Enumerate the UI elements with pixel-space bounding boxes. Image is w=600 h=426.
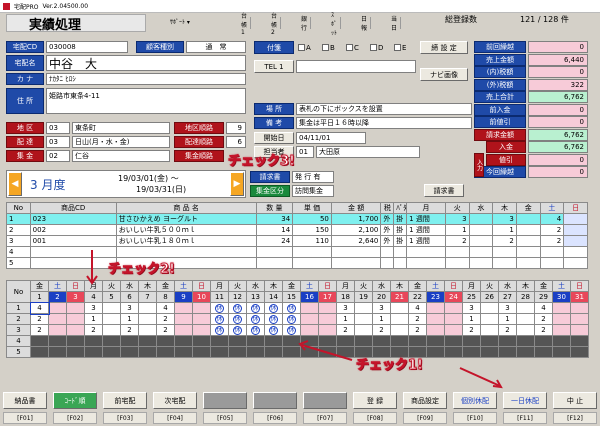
footer-button-f11[interactable]: 一日休配	[503, 392, 547, 409]
footer-button-f5[interactable]	[203, 392, 247, 409]
footer-button-f8[interactable]: 登 録	[353, 392, 397, 409]
function-key-label: [F11]	[503, 412, 547, 424]
function-key-label: [F09]	[403, 412, 447, 424]
function-key-label: [F03]	[103, 412, 147, 424]
footer-button-f6[interactable]	[253, 392, 297, 409]
arrow-check2-icon	[86, 250, 98, 285]
footer-button-f1[interactable]: 納品書	[3, 392, 47, 409]
function-key-label: [F02]	[53, 412, 97, 424]
annotation-arrows	[86, 250, 503, 389]
footer-button-f12[interactable]: 中 止	[553, 392, 597, 409]
footer-button-f2[interactable]: ｺｰﾄﾞ順	[53, 392, 97, 409]
arrow-check1-icon	[298, 340, 503, 389]
function-key-label: [F12]	[553, 412, 597, 424]
function-key-label: [F10]	[453, 412, 497, 424]
function-key-label: [F07]	[303, 412, 347, 424]
footer-button-f3[interactable]: 前宅配	[103, 392, 147, 409]
function-key-label: [F05]	[203, 412, 247, 424]
footer-button-f7[interactable]	[303, 392, 347, 409]
function-key-bar: 納品書 [F01] ｺｰﾄﾞ順 [F02] 前宅配 [F03] 次宅配 [F04] [F05] […	[0, 388, 600, 426]
footer-button-f4[interactable]: 次宅配	[153, 392, 197, 409]
function-key-label: [F04]	[153, 412, 197, 424]
function-key-label: [F01]	[3, 412, 47, 424]
footer-button-f10[interactable]: 個別休配	[453, 392, 497, 409]
footer-button-f9[interactable]: 商品設定	[403, 392, 447, 409]
function-key-label: [F08]	[353, 412, 397, 424]
function-key-label: [F06]	[253, 412, 297, 424]
